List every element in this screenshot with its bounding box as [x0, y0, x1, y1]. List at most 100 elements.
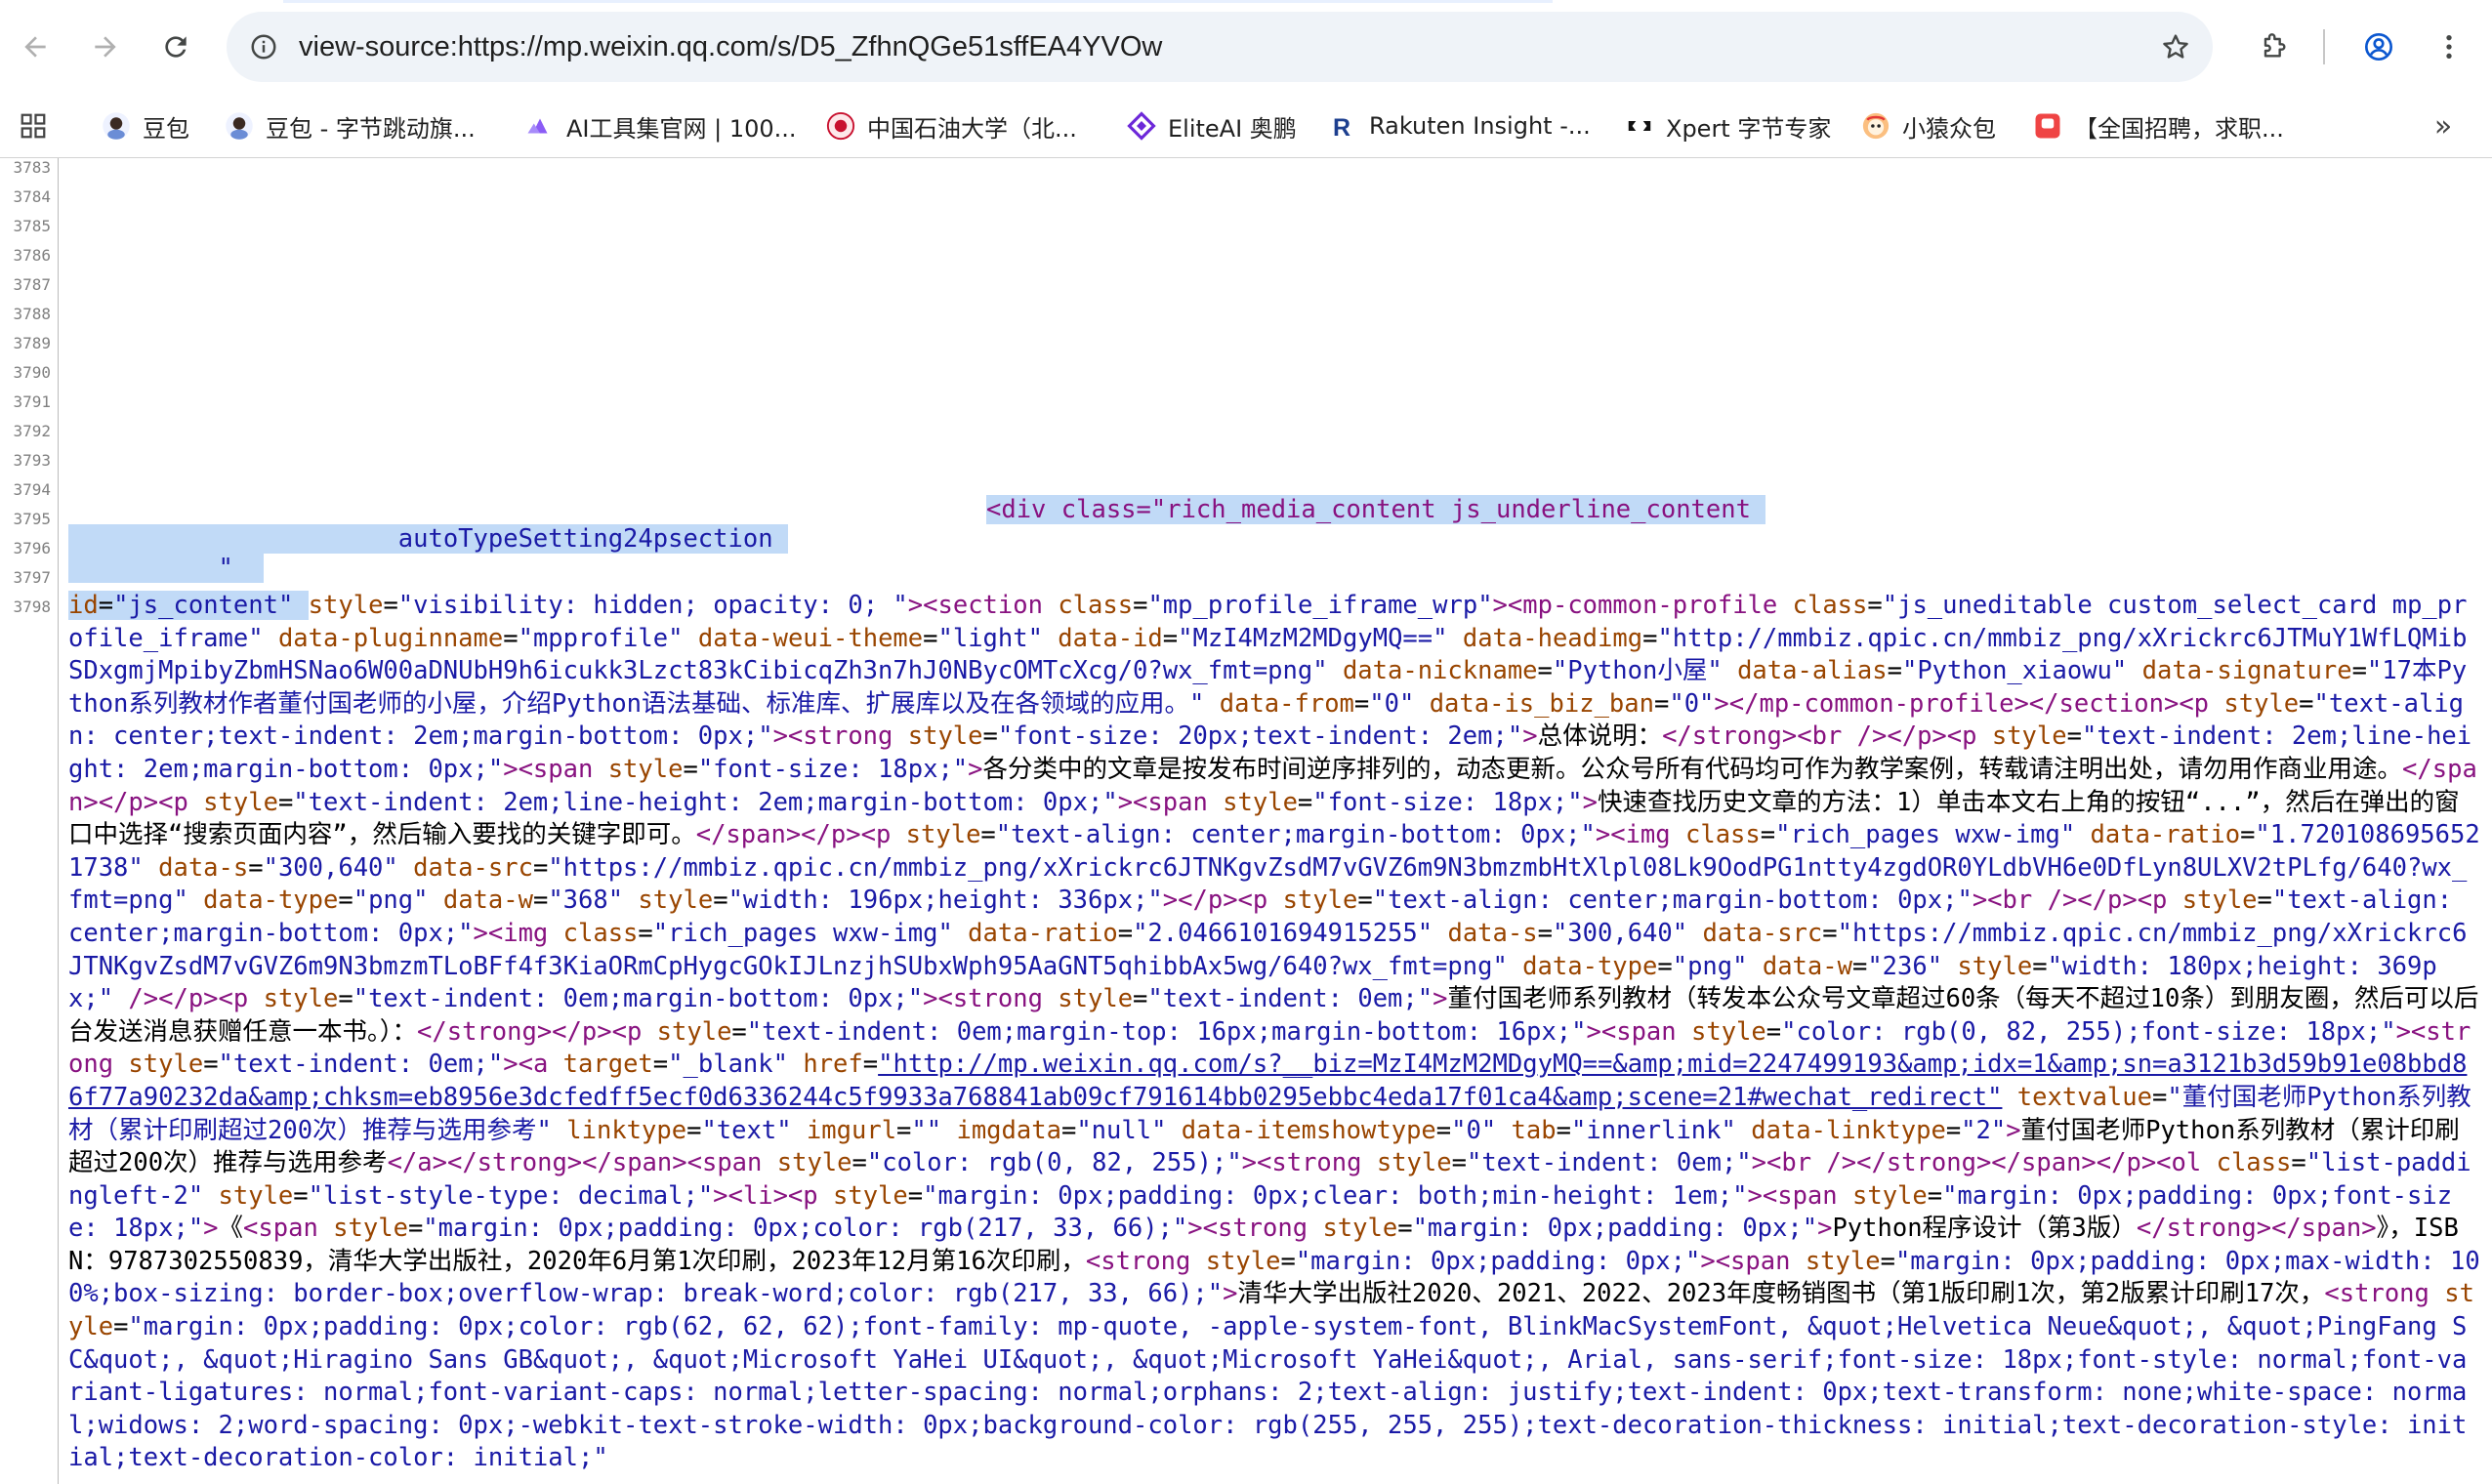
attribute-name-token: style [623, 886, 714, 916]
tag-token: </span></p><p [695, 820, 906, 850]
bookmark-item[interactable]: 豆包 [102, 102, 189, 150]
attribute-name-token: data-type [187, 886, 339, 916]
forward-button[interactable] [80, 21, 131, 72]
source-line-wrapped: id="js_content" style="visibility: hidde… [68, 591, 2480, 1473]
bookmark-item[interactable]: Xpert 字节专家 [1625, 102, 1831, 150]
text-token: = [980, 820, 996, 850]
text-token: = [1060, 1115, 1077, 1145]
attribute-name-token: href [787, 1050, 863, 1080]
attribute-name-token: style [776, 1148, 852, 1178]
attribute-name-token: style [263, 984, 339, 1014]
attribute-value-token: "text-indent: 0em;" [218, 1050, 504, 1080]
attribute-value-token: "innerlink" [1570, 1115, 1736, 1145]
attribute-value-token: "300,640" [263, 852, 398, 883]
attribute-value-token: "2" [1961, 1115, 2007, 1145]
bookmark-label: 【全国招聘，求职... [2074, 114, 2284, 143]
view-source-pane[interactable]: 3783 3784 3785 3786 3787 3788 3789 3790 … [0, 158, 2492, 1484]
text-token: = [851, 1148, 867, 1178]
line-number: 3797 [13, 568, 51, 587]
bookmark-item[interactable]: R Rakuten Insight -... [1328, 102, 1591, 150]
attribute-name-token: data-s [143, 852, 249, 883]
attribute-name-token: textvalue [2002, 1082, 2152, 1112]
url-text[interactable]: view-source:https://mp.weixin.qq.com/s/D… [299, 12, 1162, 82]
text-token: Python程序设计（第3版） [1832, 1214, 2137, 1244]
text-token: = [907, 1180, 924, 1211]
text-token: = [982, 721, 998, 752]
text-token: = [2066, 721, 2082, 752]
address-bar[interactable]: view-source:https://mp.weixin.qq.com/s/D… [227, 12, 2213, 82]
text-token: = [1397, 1214, 1413, 1244]
text-token: = [1133, 984, 1148, 1014]
back-button[interactable] [10, 21, 61, 72]
account-icon [2365, 33, 2392, 61]
source-code[interactable]: <div class="rich_media_content js_underl… [68, 158, 2480, 1484]
text-token: = [338, 886, 353, 916]
selected-quote: " [218, 554, 233, 583]
text-token: = [113, 1312, 129, 1342]
attribute-value-token: "Python小屋" [1552, 656, 1723, 686]
tag-token: </a></strong></span><span [387, 1148, 777, 1178]
attribute-value-token: "margin: 0px;padding: 0px;color: rgb(62,… [68, 1312, 2468, 1473]
selected-tag-text: <div class="rich_media_content js_underl… [986, 495, 1751, 524]
selected-id-attr: id [68, 591, 99, 620]
reload-button[interactable] [150, 21, 201, 72]
text-token: = [1133, 591, 1148, 620]
profile-button[interactable] [2353, 21, 2404, 72]
attribute-value-token: "368" [548, 886, 624, 916]
tag-token: > [1522, 721, 1538, 752]
bookmark-item[interactable]: EliteAI 奥鹏 [1127, 102, 1297, 150]
extensions-button[interactable] [2248, 21, 2299, 72]
xpert-icon [1625, 111, 1654, 141]
attribute-name-token: style [1282, 886, 1358, 916]
attribute-value-token: "Python_xiaowu" [1901, 656, 2128, 686]
text-token: = [1280, 1246, 1296, 1276]
text-token: = [532, 886, 549, 916]
bookmark-item[interactable]: 【全国招聘，求职... [2033, 102, 2284, 150]
attribute-name-token: style [607, 754, 684, 784]
bookmarks-bar: 豆包 豆包 - 字节跳动旗... AI工具集官网 | 100... 中国石油大学… [0, 94, 2492, 158]
attribute-name-token: data-w [428, 886, 533, 916]
more-vert-icon [2446, 35, 2452, 59]
text-token: = [407, 1214, 424, 1244]
tag-token: ><strong [1241, 1148, 1377, 1178]
tag-token: <span [243, 1214, 334, 1244]
attribute-value-token: "rich_pages wxw-img" [1775, 820, 2076, 850]
text-token: = [338, 984, 353, 1014]
text-token: = [383, 591, 398, 620]
tag-token: ><span [1586, 1016, 1691, 1047]
text-token: = [2240, 820, 2256, 850]
apps-button[interactable] [14, 106, 53, 145]
text-token: 清华大学出版社2020、2021、2022、2023年度畅销图书（第1版印刷1次… [1237, 1279, 2325, 1309]
browser-toolbar: view-source:https://mp.weixin.qq.com/s/D… [0, 0, 2492, 94]
text-token: = [532, 852, 549, 883]
attribute-value-token: "mpprofile" [518, 623, 684, 653]
tag-token: ><strong [923, 984, 1059, 1014]
bookmark-item[interactable]: AI工具集官网 | 100... [525, 102, 797, 150]
attribute-name-token: style [1058, 984, 1134, 1014]
attribute-value-token: "text-align: center;margin-bottom: 0px;" [995, 820, 1596, 850]
tag-token: ></p><p [1162, 886, 1283, 916]
tag-token: ><img [473, 918, 563, 948]
bookmark-item[interactable]: 小猿众包 [1861, 102, 1996, 150]
attribute-value-token: "png" [1672, 951, 1748, 981]
attribute-value-token: "" [911, 1115, 942, 1145]
bookmark-label: EliteAI 奥鹏 [1168, 114, 1297, 143]
text-token: = [652, 1050, 669, 1080]
tag-token: > [2006, 1115, 2021, 1145]
site-info-button[interactable] [240, 23, 287, 70]
attribute-value-token: "font-size: 20px;text-indent: 2em;" [997, 721, 1523, 752]
cup-logo-icon [826, 111, 855, 141]
attribute-name-token: data-alias [1722, 656, 1888, 686]
attribute-value-token: "mp_profile_iframe_wrp" [1147, 591, 1493, 620]
bookmark-star-button[interactable] [2152, 23, 2199, 70]
text-token: = [1867, 591, 1883, 620]
text-token: = [277, 787, 294, 817]
bookmark-item[interactable]: 中国石油大学（北... [826, 102, 1077, 150]
attribute-value-token: "text-indent: 0em;margin-top: 16px;margi… [746, 1016, 1587, 1047]
line-number: 3787 [13, 275, 51, 294]
menu-button[interactable] [2424, 21, 2474, 72]
bookmark-item[interactable]: 豆包 - 字节跳动旗... [225, 102, 476, 150]
attribute-name-token: style [833, 1180, 908, 1211]
line-number: 3786 [13, 246, 51, 265]
more-bookmarks-button[interactable]: » [2424, 106, 2463, 145]
